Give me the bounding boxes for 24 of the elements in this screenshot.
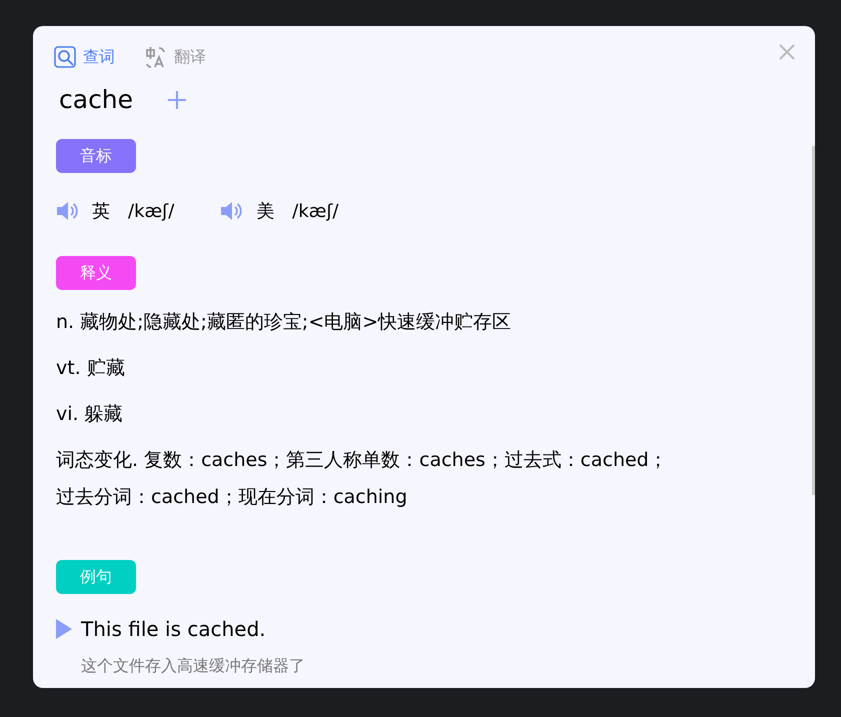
definition-text: vi. 躲藏 <box>56 402 124 427</box>
close-button[interactable] <box>778 43 796 61</box>
example-sentence: This file is cached. <box>81 616 266 643</box>
speaker-icon[interactable] <box>220 200 242 222</box>
search-icon <box>54 46 76 68</box>
tab[interactable]: 查词 <box>54 45 115 69</box>
phonetic-text: /kæʃ/ <box>292 200 339 224</box>
example-translation: 这个文件存入高速缓冲存储器了 <box>81 655 306 677</box>
definition-text: 词态变化. 复数：caches；第三人称单数：caches；过去式：cached；过去分词：cached；现在分词：caching <box>56 448 669 510</box>
translate-icon <box>145 46 167 68</box>
scrollbar[interactable] <box>812 146 815 495</box>
section-badge: 释义 <box>56 256 136 290</box>
play-icon[interactable] <box>56 619 72 639</box>
region-label: 美 <box>256 200 274 224</box>
add-button[interactable] <box>167 90 188 110</box>
headword: cache <box>59 84 134 116</box>
section-badge: 音标 <box>56 139 136 173</box>
definition-text: n. 藏物处;隐藏处;藏匿的珍宝;<电脑>快速缓冲贮存区 <box>56 310 512 335</box>
speaker-icon[interactable] <box>56 200 78 222</box>
section-badge: 例句 <box>56 560 136 594</box>
region-label: 英 <box>92 200 110 224</box>
tab[interactable]: 翻译 <box>145 45 206 69</box>
definition-text: vt. 贮藏 <box>56 356 126 381</box>
phonetic-text: /kæʃ/ <box>128 200 174 224</box>
